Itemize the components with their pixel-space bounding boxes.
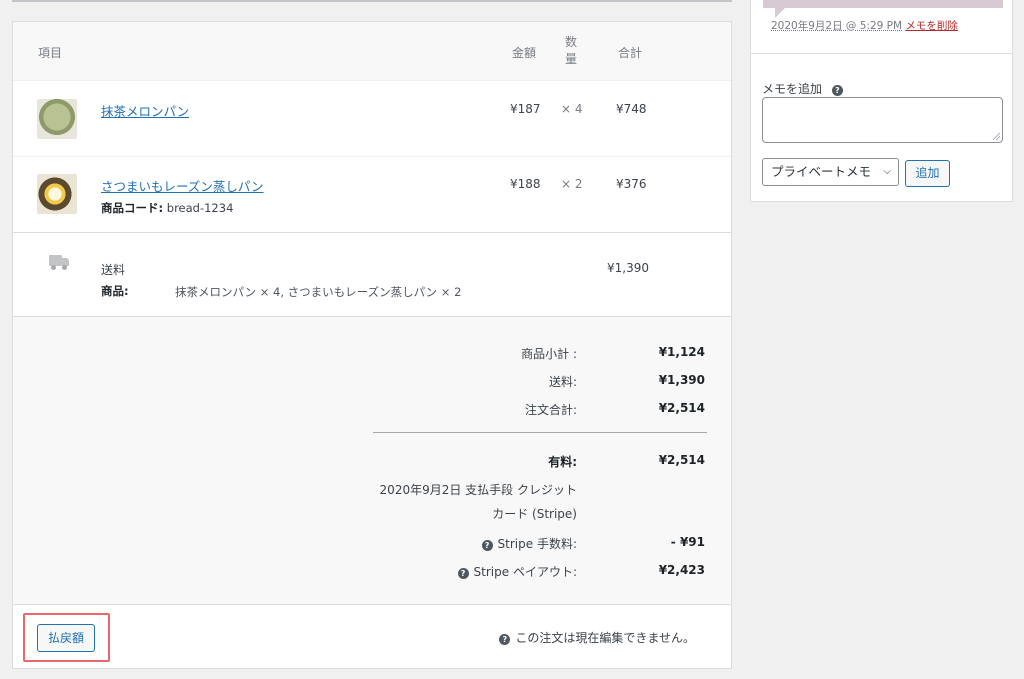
truck-icon <box>49 255 69 270</box>
side-divider <box>751 53 1012 54</box>
product-link[interactable]: さつまいもレーズン蒸しパン <box>101 176 264 195</box>
note-textarea[interactable] <box>762 97 1003 143</box>
note-bubble-tail <box>775 8 785 18</box>
resize-handle-icon[interactable] <box>993 133 1000 140</box>
line-item-row: さつまいもレーズン蒸しパン 商品コード: bread-1234 ¥188 × 2… <box>13 156 731 232</box>
payout-label: Stripe ペイアウト: <box>473 565 577 579</box>
subtotal-value: ¥1,124 <box>658 345 705 359</box>
payout-value: ¥2,423 <box>658 563 705 577</box>
sku-value: bread-1234 <box>166 201 234 215</box>
add-note-label-text: メモを追加 <box>762 82 823 96</box>
chevron-down-icon: ⌵ <box>883 166 891 177</box>
item-price: ¥187 <box>510 102 541 116</box>
items-table-header: 項目 金額 数 量 合計 <box>13 22 731 80</box>
shipping-items-label: 商品: <box>101 284 129 298</box>
paid-note-line1: 2020年9月2日 支払手段 クレジット <box>379 483 577 497</box>
help-icon[interactable]: ? <box>457 568 469 579</box>
help-icon[interactable]: ? <box>481 540 493 551</box>
help-icon[interactable]: ? <box>499 634 511 645</box>
shipping-total: ¥1,390 <box>607 261 649 275</box>
order-items-panel: 項目 金額 数 量 合計 抹茶メロンパン ¥187 × 4 ¥748 さつまいも… <box>12 21 732 669</box>
order-actions: 払戻額 ? この注文は現在編集できません。 <box>13 604 731 668</box>
refund-button[interactable]: 払戻額 <box>37 624 95 652</box>
shipping-total-label: 送料: <box>548 375 577 389</box>
note-date: 2020年9月2日 @ 5:29 PM <box>771 20 903 32</box>
header-price: 金額 <box>512 46 537 60</box>
line-item-row: 抹茶メロンパン ¥187 × 4 ¥748 <box>13 80 731 156</box>
edit-notice: ? この注文は現在編集できません。 <box>499 629 695 646</box>
header-item: 項目 <box>38 46 63 60</box>
fee-value: - ¥91 <box>670 535 705 549</box>
item-total: ¥376 <box>616 177 647 191</box>
fee-label: Stripe 手数料: <box>497 537 577 551</box>
product-thumbnail[interactable] <box>37 174 77 214</box>
item-qty: × 2 <box>561 177 583 191</box>
item-qty: × 4 <box>561 102 583 116</box>
order-notes-panel: 2020年9月2日 @ 5:29 PM メモを削除 メモを追加 ? プライベート… <box>750 0 1013 202</box>
paid-label: 有料: <box>548 455 577 469</box>
shipping-name: 送料 <box>101 263 126 277</box>
header-qty: 数 量 <box>565 35 578 66</box>
edit-notice-text: この注文は現在編集できません。 <box>515 631 695 645</box>
shipping-row: 送料 商品: 抹茶メロンパン × 4, さつまいもレーズン蒸しパン × 2 ¥1… <box>13 232 731 316</box>
shipping-total-value: ¥1,390 <box>658 373 705 387</box>
item-total: ¥748 <box>616 102 647 116</box>
order-total-value: ¥2,514 <box>658 401 705 415</box>
subtotal-label: 商品小計 : <box>521 347 577 361</box>
note-type-value: プライベートメモ <box>771 164 872 179</box>
add-note-label: メモを追加 ? <box>762 80 848 97</box>
order-total-label: 注文合計: <box>524 403 577 417</box>
note-meta: 2020年9月2日 @ 5:29 PM メモを削除 <box>771 18 958 33</box>
note-type-select[interactable]: プライベートメモ ⌵ <box>762 158 899 186</box>
shipping-items-value: 抹茶メロンパン × 4, さつまいもレーズン蒸しパン × 2 <box>175 285 462 299</box>
help-icon[interactable]: ? <box>831 85 843 96</box>
product-link[interactable]: 抹茶メロンパン <box>101 101 189 120</box>
paid-note-line2: カード (Stripe) <box>492 507 577 521</box>
note-bubble <box>763 0 1003 8</box>
delete-note-link[interactable]: メモを削除 <box>905 20 958 32</box>
totals-divider <box>373 432 707 433</box>
payout-row-label: ? Stripe ペイアウト: <box>457 563 577 580</box>
paid-value: ¥2,514 <box>658 453 705 467</box>
add-note-button[interactable]: 追加 <box>905 160 950 187</box>
sku-label: 商品コード: <box>101 201 164 215</box>
item-price: ¥188 <box>510 177 541 191</box>
product-sku: 商品コード: bread-1234 <box>101 200 233 216</box>
fee-row-label: ? Stripe 手数料: <box>481 535 577 552</box>
header-total: 合計 <box>618 46 643 60</box>
order-totals: 商品小計 : ¥1,124 送料: ¥1,390 注文合計: ¥2,514 有料… <box>13 316 731 604</box>
product-thumbnail[interactable] <box>37 99 77 139</box>
previous-panel-edge <box>12 0 732 2</box>
